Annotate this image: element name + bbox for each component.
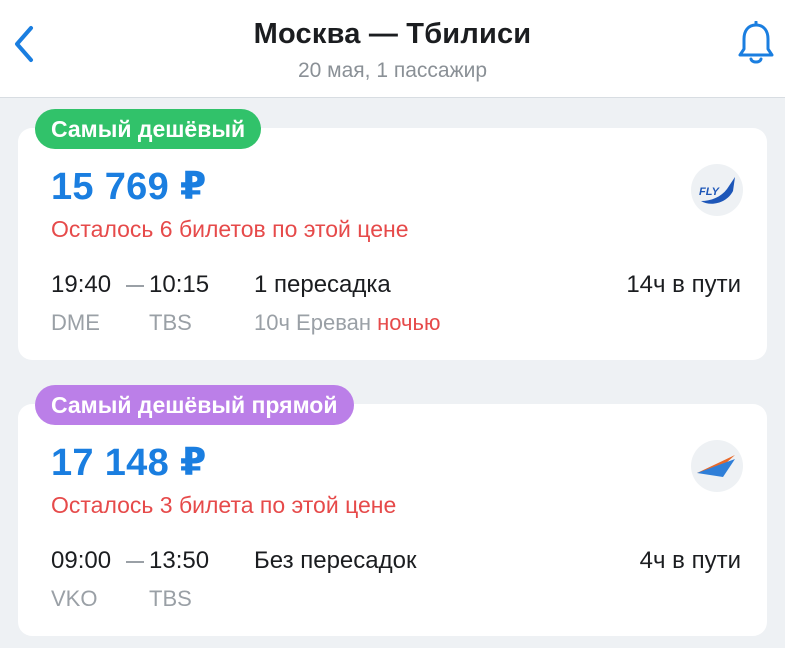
arrive-time: 10:15 xyxy=(149,271,210,298)
depart-airport-code: DME xyxy=(51,310,100,335)
time-separator xyxy=(126,285,144,287)
depart-time: 09:00 xyxy=(51,547,112,574)
svg-text:FLY: FLY xyxy=(699,186,721,198)
arrive-airport-code: TBS xyxy=(149,586,192,611)
offer-card-cheapest-direct[interactable]: 17 148 ₽ Осталось 3 билета по этой цене … xyxy=(18,404,767,636)
offer-card-cheapest[interactable]: 15 769 ₽ Осталось 6 билетов по этой цене… xyxy=(18,128,767,360)
bell-icon xyxy=(738,21,774,64)
page-subtitle: 20 мая, 1 пассажир xyxy=(297,59,488,82)
stops-count: 1 пересадка xyxy=(254,271,391,298)
layover-city: 10ч Ереван xyxy=(254,310,372,335)
depart-time: 19:40 xyxy=(51,271,112,298)
badge-cheapest-direct: Самый дешёвый прямой xyxy=(35,385,354,425)
tickets-left-note: Осталось 3 билета по этой цене xyxy=(51,492,397,518)
depart-airport-code: VKO xyxy=(51,586,98,611)
price-alert-button[interactable] xyxy=(733,18,779,70)
wings-airline-logo xyxy=(691,440,743,492)
flight-duration: 14ч в пути xyxy=(626,271,741,298)
flight-duration: 4ч в пути xyxy=(639,547,741,574)
tickets-left-note: Осталось 6 билетов по этой цене xyxy=(51,216,409,242)
header-bar: Москва — Тбилиси 20 мая, 1 пассажир xyxy=(0,0,785,98)
offer-price: 15 769 ₽ xyxy=(51,166,207,208)
layover-info: 10ч Ереван ночью xyxy=(254,310,440,336)
fly-airline-logo: FLY xyxy=(691,164,743,216)
page-title: Москва — Тбилиси xyxy=(253,18,532,50)
offer-price: 17 148 ₽ xyxy=(51,442,207,484)
time-separator xyxy=(126,561,144,563)
layover-night-note: ночью xyxy=(377,310,441,335)
arrive-time: 13:50 xyxy=(149,547,210,574)
badge-cheapest: Самый дешёвый xyxy=(35,109,262,149)
arrive-airport-code: TBS xyxy=(149,310,192,335)
stops-count: Без пересадок xyxy=(254,547,417,574)
